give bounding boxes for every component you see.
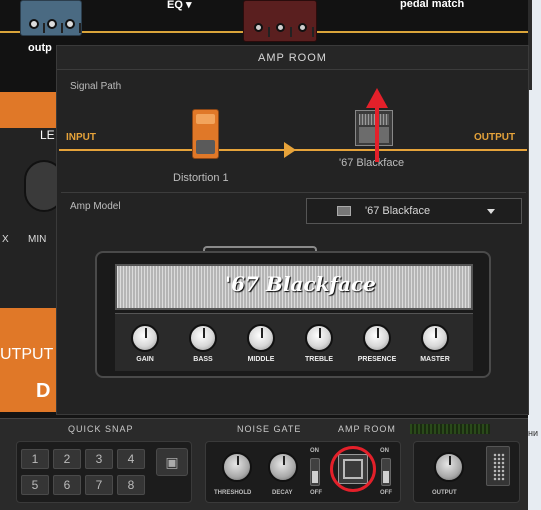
snap-button-1[interactable]: 1 [21,449,49,469]
output-label: OUTPUT [432,490,457,496]
annotation-arrow [375,106,379,162]
signal-arrow-icon [284,142,296,158]
background-min-label: MIN [28,234,47,245]
amp-grill: '67 Blackface [115,264,473,310]
output-knob[interactable] [434,452,464,482]
amp-room-power-toggle[interactable] [381,458,391,486]
pedal-match-label[interactable]: pedal match [400,0,464,10]
background-d-label: D [36,380,51,402]
grid-button[interactable] [486,446,510,486]
amp-slot-name: '67 Blackface [339,157,405,169]
treble-knob[interactable] [305,324,333,352]
snap-button-3[interactable]: 3 [85,449,113,469]
section-divider [61,192,526,193]
distortion-pedal-icon[interactable] [192,109,219,159]
signal-path-label: Signal Path [70,81,122,92]
snap-button-6[interactable]: 6 [53,475,81,495]
chevron-down-icon: ▾ [185,0,192,11]
threshold-knob[interactable] [222,452,252,482]
decay-label: DECAY [272,490,293,496]
knob-label: MIDDLE [247,356,275,363]
snap-button-4[interactable]: 4 [117,449,145,469]
noise-gate-label: NOISE GATE [237,424,302,434]
amp-room-dialog: AMP ROOM Signal Path INPUT OUTPUT Distor… [56,45,529,415]
presence-knob[interactable] [363,324,391,352]
background-pedal-red[interactable] [243,0,317,42]
right-edge-strip: ни [528,0,541,510]
dropdown-caret-icon [487,209,495,214]
knob-label: GAIN [136,356,154,363]
amp-icon [337,206,351,216]
background-le-label: LE [40,128,55,142]
amp-model-select[interactable]: '67 Blackface [306,198,522,224]
input-label: INPUT [66,132,96,143]
amp-model-label: Amp Model [70,201,121,212]
knob-label: PRESENCE [357,356,397,363]
amp-room-off-label: OFF [380,490,392,496]
decay-knob[interactable] [268,452,298,482]
snap-button-2[interactable]: 2 [53,449,81,469]
amp-control-panel: GAIN BASS MIDDLE TREBLE PRESENCE MASTER [115,313,473,371]
output-label: OUTPUT [474,132,516,143]
presence-control[interactable]: PRESENCE [352,320,402,363]
amp-slot-icon[interactable] [355,110,393,146]
background-pedal-blue[interactable] [20,0,82,36]
bass-knob[interactable] [189,324,217,352]
grid-icon [493,453,505,481]
snap-button-8[interactable]: 8 [117,475,145,495]
eq-label[interactable]: EQ ▾ [167,0,192,11]
treble-control[interactable]: TREBLE [294,320,344,363]
knob-label: MASTER [420,356,450,363]
amp-head: '67 Blackface GAIN BASS MIDDLE TREBLE PR… [95,251,491,378]
output-fragment-label: outp [28,42,52,54]
annotation-circle [330,446,376,492]
noise-gate-off-label: OFF [310,490,322,496]
app-window: outp EQ ▾ pedal match LE X MIN UTPUT D н… [0,0,541,510]
knob-label: TREBLE [305,356,333,363]
right-edge-text: ни [528,428,538,438]
noise-gate-on-label: ON [310,448,319,454]
gain-control[interactable]: GAIN [120,320,170,363]
gain-knob[interactable] [131,324,159,352]
quick-snap-label: QUICK SNAP [68,424,134,434]
snap-button-7[interactable]: 7 [85,475,113,495]
bass-control[interactable]: BASS [178,320,228,363]
camera-icon[interactable]: ▣ [156,448,188,476]
middle-control[interactable]: MIDDLE [236,320,286,363]
amp-logo: '67 Blackface [225,272,376,296]
threshold-label: THRESHOLD [214,490,252,496]
dialog-title: AMP ROOM [57,46,528,70]
master-control[interactable]: MASTER [410,320,460,363]
amp-room-on-label: ON [380,448,389,454]
level-meter [410,424,490,434]
background-output-label: UTPUT [0,346,54,363]
knob-label: BASS [193,356,213,363]
pedal-name: Distortion 1 [173,172,229,184]
background-x-label: X [2,234,9,245]
amp-model-value: '67 Blackface [365,205,431,217]
middle-knob[interactable] [247,324,275,352]
noise-gate-toggle[interactable] [310,458,320,486]
snap-button-5[interactable]: 5 [21,475,49,495]
master-knob[interactable] [421,324,449,352]
amp-room-label: AMP ROOM [338,424,396,434]
annotation-arrow-head [366,88,388,108]
